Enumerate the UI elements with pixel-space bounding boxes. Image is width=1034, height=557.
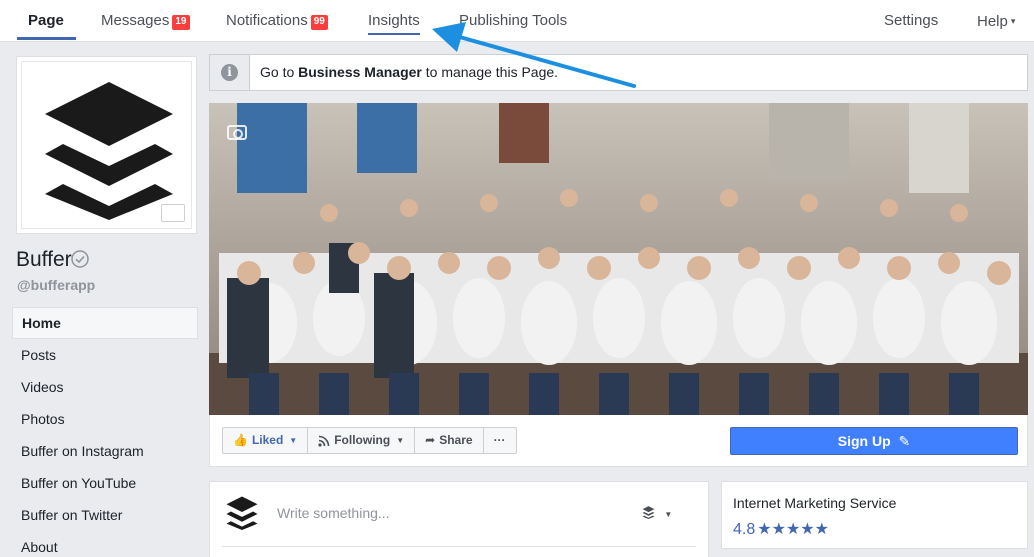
liked-label: Liked	[251, 433, 284, 447]
tab-messages-label: Messages	[101, 12, 170, 29]
page-action-bar: 👍 Liked ▼ Following ▼ ➦ Share ··· Sign U…	[209, 415, 1028, 467]
more-icon: ···	[493, 433, 506, 447]
buffer-logo-icon	[226, 496, 258, 530]
page-username[interactable]: @bufferapp	[17, 277, 95, 293]
chevron-down-icon: ▼	[396, 436, 405, 445]
share-label: Share	[439, 433, 473, 447]
insights-hover-underline	[368, 33, 420, 35]
tab-help[interactable]: Help ▾	[977, 0, 1015, 42]
composer-divider	[222, 546, 696, 547]
tab-notifications-label: Notifications	[226, 12, 308, 29]
tab-insights[interactable]: Insights	[368, 0, 420, 42]
tab-settings[interactable]: Settings	[884, 0, 938, 42]
info-icon: i	[221, 64, 238, 81]
more-options-button[interactable]: ···	[482, 427, 517, 454]
thumbs-up-icon: 👍	[233, 433, 248, 447]
profile-picture	[21, 61, 192, 229]
tab-notifications[interactable]: Notifications 99	[226, 0, 328, 42]
tab-messages[interactable]: Messages 19	[101, 0, 190, 42]
business-manager-link[interactable]: Business Manager	[298, 64, 422, 80]
chevron-down-icon: ▾	[1010, 16, 1016, 26]
tab-insights-label: Insights	[368, 12, 420, 29]
write-something-input[interactable]: Write something...	[277, 505, 390, 521]
update-photo-camera-icon[interactable]	[161, 204, 185, 222]
chevron-down-icon: ▼	[664, 510, 673, 519]
verified-check-icon	[71, 250, 89, 268]
tab-settings-label: Settings	[884, 12, 939, 29]
buffer-layers-icon	[642, 506, 655, 519]
page-rating[interactable]: 4.8 ★★★★★	[733, 519, 829, 539]
sidebar-item-instagram[interactable]: Buffer on Instagram	[12, 435, 198, 467]
business-manager-notice: i Go to Business Manager to manage this …	[209, 54, 1028, 91]
sidebar-item-twitter[interactable]: Buffer on Twitter	[12, 499, 198, 531]
page-about-card: Internet Marketing Service 4.8 ★★★★★	[721, 481, 1028, 549]
cover-photo[interactable]	[209, 103, 1028, 415]
rss-feed-icon	[318, 435, 330, 447]
profile-picture-frame[interactable]	[16, 56, 197, 234]
sidebar-item-about[interactable]: About	[12, 531, 198, 557]
sidebar-item-videos[interactable]: Videos	[12, 371, 198, 403]
tab-page-label: Page	[28, 12, 64, 29]
pencil-icon: ✎	[898, 433, 911, 449]
tab-page[interactable]: Page	[17, 0, 76, 42]
notifications-count-badge: 99	[310, 15, 328, 30]
buffer-logo-icon	[45, 82, 173, 220]
sign-up-button[interactable]: Sign Up ✎	[730, 427, 1018, 455]
info-icon-box: i	[210, 55, 250, 90]
sidebar-item-posts[interactable]: Posts	[12, 339, 198, 371]
share-button[interactable]: ➦ Share	[414, 427, 484, 454]
share-arrow-icon: ➦	[425, 433, 436, 447]
rating-stars-icon: ★★★★★	[757, 521, 829, 538]
messages-count-badge: 19	[172, 15, 190, 30]
page-sidebar-nav: Home Posts Videos Photos Buffer on Insta…	[12, 307, 198, 557]
tab-help-label: Help	[977, 13, 1008, 30]
chevron-down-icon: ▼	[289, 436, 298, 445]
sidebar-item-photos[interactable]: Photos	[12, 403, 198, 435]
active-tab-indicator	[17, 37, 76, 40]
post-as-switcher[interactable]: ▼	[642, 506, 672, 520]
page-name: Buffer	[16, 248, 72, 271]
page-category[interactable]: Internet Marketing Service	[733, 495, 896, 511]
rating-value: 4.8	[733, 521, 756, 538]
change-cover-camera-icon[interactable]	[227, 125, 247, 140]
notice-suffix: to manage this Page.	[421, 64, 559, 80]
sidebar-item-home[interactable]: Home	[12, 307, 198, 339]
sidebar-item-youtube[interactable]: Buffer on YouTube	[12, 467, 198, 499]
sign-up-label: Sign Up	[837, 433, 891, 449]
notice-text: Go to Business Manager to manage this Pa…	[260, 55, 558, 90]
tab-publishing-tools-label: Publishing Tools	[459, 12, 568, 29]
page-top-nav: Page Messages 19 Notifications 99 Insights…	[0, 0, 1034, 42]
tab-publishing-tools[interactable]: Publishing Tools	[459, 0, 567, 42]
following-label: Following	[334, 433, 391, 447]
page-action-buttons: 👍 Liked ▼ Following ▼ ➦ Share ···	[222, 427, 517, 454]
notice-prefix: Go to	[260, 64, 299, 80]
following-button[interactable]: Following ▼	[307, 427, 416, 454]
cover-photo-group-image	[209, 103, 1028, 415]
liked-button[interactable]: 👍 Liked ▼	[222, 427, 309, 454]
post-composer[interactable]: Write something... ▼	[209, 481, 709, 557]
